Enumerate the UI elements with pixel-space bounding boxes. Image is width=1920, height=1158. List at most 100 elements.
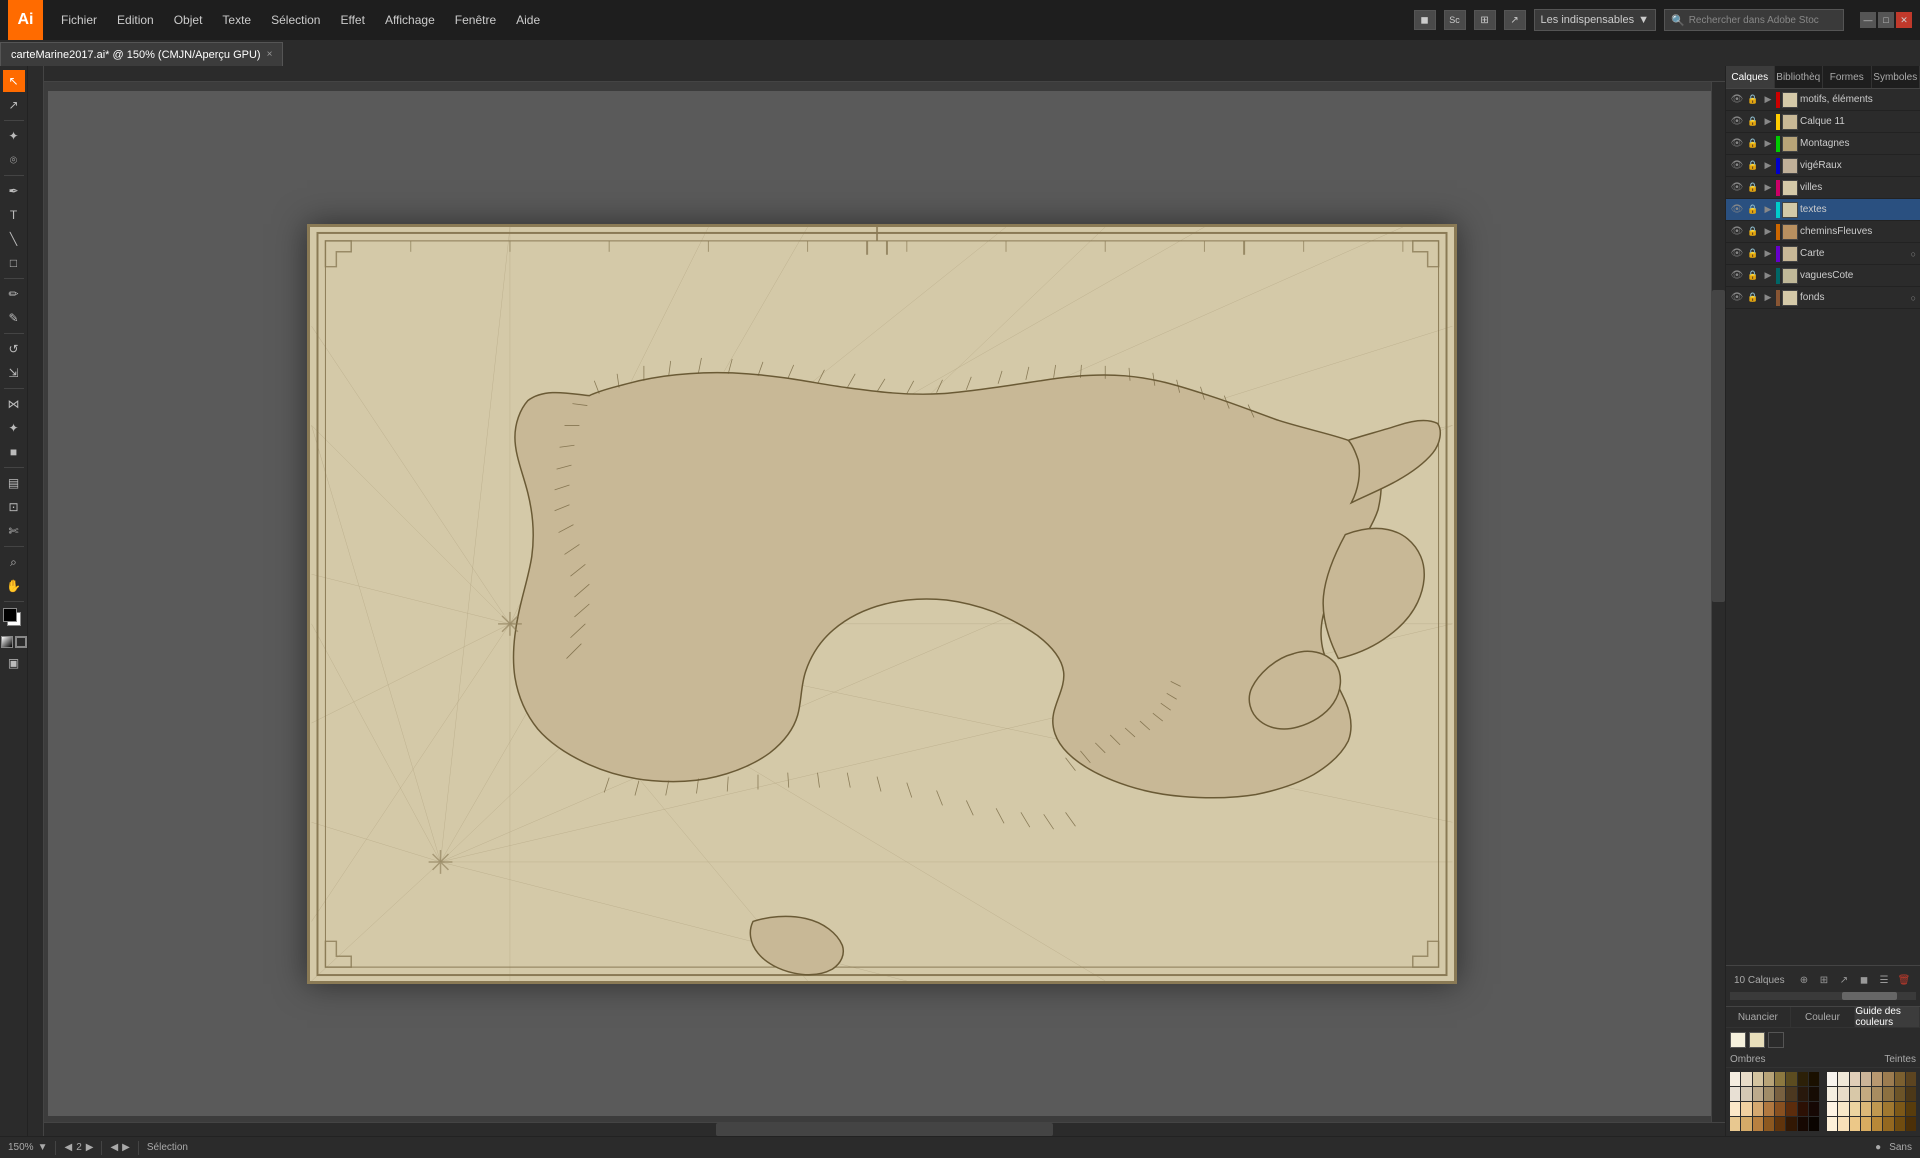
color-swatch-light[interactable]	[1749, 1032, 1765, 1048]
swatch-cell[interactable]	[1798, 1102, 1808, 1116]
swatch-cell[interactable]	[1809, 1072, 1819, 1086]
tab-bibliotheques[interactable]: Bibliothèq	[1775, 66, 1824, 88]
search-box[interactable]: 🔍 Rechercher dans Adobe Stoc	[1664, 9, 1844, 31]
layers-scrollbar[interactable]	[1730, 992, 1916, 1000]
artboard-tool-button[interactable]: ⊡	[3, 496, 25, 518]
toolbar-icon-3[interactable]: ⊞	[1474, 10, 1496, 30]
color-swatch-dark[interactable]	[1768, 1032, 1784, 1048]
swatch-cell[interactable]	[1906, 1087, 1916, 1101]
nav-next-button[interactable]: ▶	[86, 1142, 94, 1153]
swatch-cell[interactable]	[1786, 1087, 1796, 1101]
slice-tool-button[interactable]: ✄	[3, 520, 25, 542]
swatch-cell[interactable]	[1883, 1072, 1893, 1086]
swatch-cell[interactable]	[1741, 1117, 1751, 1131]
tab-calques[interactable]: Calques	[1726, 66, 1775, 88]
layer-expand-icon[interactable]: ▶	[1762, 182, 1774, 194]
swatch-cell[interactable]	[1775, 1072, 1785, 1086]
layer-visibility-icon[interactable]: 👁	[1730, 137, 1744, 151]
layer-expand-icon[interactable]: ▶	[1762, 292, 1774, 304]
move-to-new-layer-button[interactable]: ↗	[1836, 972, 1852, 988]
layer-lock-icon[interactable]: 🔒	[1746, 269, 1760, 283]
swatch-cell[interactable]	[1786, 1102, 1796, 1116]
magic-wand-tool-button[interactable]: ✦	[3, 125, 25, 147]
swatch-cell[interactable]	[1798, 1117, 1808, 1131]
swatch-cell[interactable]	[1809, 1117, 1819, 1131]
layer-lock-icon[interactable]: 🔒	[1746, 291, 1760, 305]
menu-texte[interactable]: Texte	[212, 0, 261, 40]
layer-item-motifs[interactable]: 👁 🔒 ▶ motifs, éléments	[1726, 89, 1920, 111]
tab-formes[interactable]: Formes	[1823, 66, 1872, 88]
swatch-cell[interactable]	[1850, 1102, 1860, 1116]
layer-item-montagnes[interactable]: 👁 🔒 ▶ Montagnes	[1726, 133, 1920, 155]
swatch-cell[interactable]	[1906, 1102, 1916, 1116]
layer-lock-icon[interactable]: 🔒	[1746, 137, 1760, 151]
layer-visibility-icon[interactable]: 👁	[1730, 225, 1744, 239]
swatch-cell[interactable]	[1827, 1087, 1837, 1101]
screen-mode-button[interactable]: ▣	[3, 652, 25, 674]
swatch-cell[interactable]	[1775, 1087, 1785, 1101]
color-tab-nuancier[interactable]: Nuancier	[1726, 1007, 1791, 1027]
swatch-cell[interactable]	[1861, 1102, 1871, 1116]
swatch-cell[interactable]	[1798, 1072, 1808, 1086]
layer-lock-icon[interactable]: 🔒	[1746, 247, 1760, 261]
swatch-cell[interactable]	[1730, 1072, 1740, 1086]
rectangle-tool-button[interactable]: □	[3, 252, 25, 274]
swatch-cell[interactable]	[1838, 1117, 1848, 1131]
swatch-cell[interactable]	[1753, 1087, 1763, 1101]
menu-objet[interactable]: Objet	[164, 0, 213, 40]
swatch-cell[interactable]	[1786, 1117, 1796, 1131]
line-tool-button[interactable]: ╲	[3, 228, 25, 250]
menu-affichage[interactable]: Affichage	[375, 0, 445, 40]
scale-tool-button[interactable]: ⇲	[3, 362, 25, 384]
doc-info[interactable]: Sans	[1889, 1142, 1912, 1153]
layer-item-cheminsfeuves[interactable]: 👁 🔒 ▶ cheminsFleuves	[1726, 221, 1920, 243]
create-sublayer-button[interactable]: ⊞	[1816, 972, 1832, 988]
new-layer-from-selection-button[interactable]: ⊕	[1796, 972, 1812, 988]
toolbar-icon-2[interactable]: Sc	[1444, 10, 1466, 30]
swatch-cell[interactable]	[1850, 1117, 1860, 1131]
swatch-cell[interactable]	[1872, 1102, 1882, 1116]
color-swatch-white[interactable]	[1730, 1032, 1746, 1048]
hand-tool-button[interactable]: ✋	[3, 575, 25, 597]
layer-expand-icon[interactable]: ▶	[1762, 204, 1774, 216]
layer-item-vaguescote[interactable]: 👁 🔒 ▶ vaguesCote	[1726, 265, 1920, 287]
layer-visibility-icon[interactable]: 👁	[1730, 291, 1744, 305]
layer-expand-icon[interactable]: ▶	[1762, 226, 1774, 238]
swatch-cell[interactable]	[1827, 1117, 1837, 1131]
minimize-button[interactable]: —	[1860, 12, 1876, 28]
show-all-layers-button[interactable]: ☰	[1876, 972, 1892, 988]
swatch-cell[interactable]	[1827, 1102, 1837, 1116]
pencil-tool-button[interactable]: ✎	[3, 307, 25, 329]
layer-item-textes[interactable]: 👁 🔒 ▶ textes	[1726, 199, 1920, 221]
swatch-cell[interactable]	[1786, 1072, 1796, 1086]
swatch-cell[interactable]	[1838, 1072, 1848, 1086]
swatch-cell[interactable]	[1741, 1072, 1751, 1086]
canvas-area[interactable]	[28, 66, 1725, 1136]
toolbar-icon-1[interactable]: ◼	[1414, 10, 1436, 30]
tab-close-button[interactable]: ×	[267, 49, 273, 60]
swatch-cell[interactable]	[1741, 1102, 1751, 1116]
layer-item-fonds[interactable]: 👁 🔒 ▶ fonds ○	[1726, 287, 1920, 309]
layer-lock-icon[interactable]: 🔒	[1746, 159, 1760, 173]
swatch-cell[interactable]	[1741, 1087, 1751, 1101]
swatch-cell[interactable]	[1730, 1087, 1740, 1101]
swatch-cell[interactable]	[1906, 1072, 1916, 1086]
layer-visibility-icon[interactable]: 👁	[1730, 203, 1744, 217]
swatch-cell[interactable]	[1764, 1117, 1774, 1131]
direct-selection-tool-button[interactable]: ↗	[3, 94, 25, 116]
swatch-cell[interactable]	[1764, 1102, 1774, 1116]
paintbrush-tool-button[interactable]: ✏	[3, 283, 25, 305]
swatch-cell[interactable]	[1753, 1072, 1763, 1086]
color-tab-guide[interactable]: Guide des couleurs	[1855, 1007, 1920, 1027]
swatch-cell[interactable]	[1730, 1117, 1740, 1131]
swatch-cell[interactable]	[1895, 1117, 1905, 1131]
swatch-cell[interactable]	[1775, 1102, 1785, 1116]
menu-aide[interactable]: Aide	[506, 0, 550, 40]
swatch-cell[interactable]	[1827, 1072, 1837, 1086]
swatch-cell[interactable]	[1764, 1087, 1774, 1101]
layer-visibility-icon[interactable]: 👁	[1730, 93, 1744, 107]
pen-tool-button[interactable]: ✒	[3, 180, 25, 202]
menu-selection[interactable]: Sélection	[261, 0, 330, 40]
eyedropper-tool-button[interactable]: ✦	[3, 417, 25, 439]
swatch-cell[interactable]	[1764, 1072, 1774, 1086]
